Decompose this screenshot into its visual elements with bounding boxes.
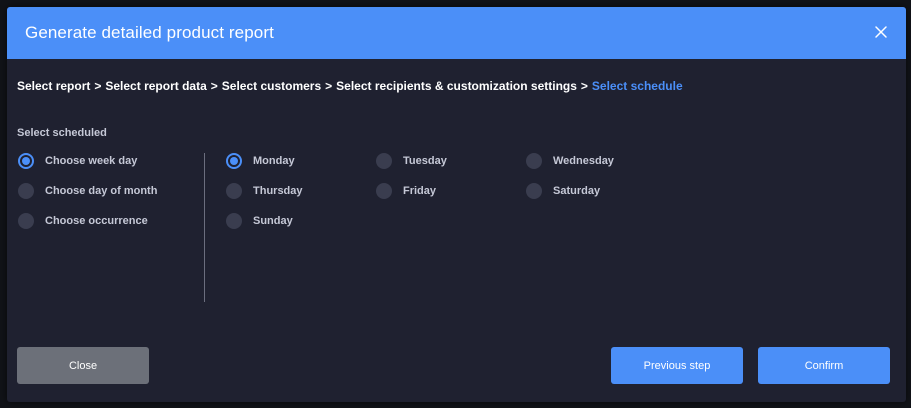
radio-button[interactable] — [526, 183, 542, 199]
radio-button[interactable] — [18, 183, 34, 199]
radio-label: Choose day of month — [45, 185, 158, 197]
radio-button[interactable] — [526, 153, 542, 169]
breadcrumb-item-select-customers[interactable]: Select customers — [222, 79, 321, 93]
radio-label: Thursday — [253, 185, 303, 197]
vertical-divider — [204, 153, 205, 302]
radio-saturday[interactable]: Saturday — [526, 182, 600, 200]
radio-sunday[interactable]: Sunday — [226, 212, 293, 230]
section-label-select-scheduled: Select scheduled — [17, 127, 107, 139]
radio-thursday[interactable]: Thursday — [226, 182, 303, 200]
breadcrumb-separator: > — [325, 79, 333, 93]
report-dialog: Generate detailed product report Select … — [7, 7, 906, 402]
radio-wednesday[interactable]: Wednesday — [526, 152, 614, 170]
close-button[interactable]: Close — [17, 347, 149, 384]
radio-label: Choose week day — [45, 155, 138, 167]
breadcrumb: Select report > Select report data > Select … — [17, 79, 683, 93]
radio-button[interactable] — [226, 153, 242, 169]
previous-step-button[interactable]: Previous step — [611, 347, 743, 384]
radio-label: Tuesday — [403, 155, 447, 167]
radio-button[interactable] — [226, 183, 242, 199]
radio-label: Saturday — [553, 185, 601, 197]
radio-choose-occurrence[interactable]: Choose occurrence — [18, 212, 148, 230]
radio-button[interactable] — [376, 183, 392, 199]
close-icon[interactable] — [870, 21, 892, 43]
radio-label: Sunday — [253, 215, 293, 227]
breadcrumb-item-select-schedule: Select schedule — [591, 79, 683, 93]
confirm-button[interactable]: Confirm — [758, 347, 890, 384]
radio-button[interactable] — [18, 153, 34, 169]
breadcrumb-separator: > — [580, 79, 588, 93]
breadcrumb-separator: > — [94, 79, 102, 93]
breadcrumb-item-select-recipients[interactable]: Select recipients & customization settin… — [336, 79, 577, 93]
radio-label: Friday — [403, 185, 437, 197]
radio-choose-week-day[interactable]: Choose week day — [18, 152, 137, 170]
radio-tuesday[interactable]: Tuesday — [376, 152, 447, 170]
radio-label: Choose occurrence — [45, 215, 148, 227]
breadcrumb-separator: > — [210, 79, 218, 93]
radio-friday[interactable]: Friday — [376, 182, 436, 200]
radio-label: Monday — [253, 155, 295, 167]
radio-choose-day-of-month[interactable]: Choose day of month — [18, 182, 157, 200]
breadcrumb-item-select-report[interactable]: Select report — [17, 79, 90, 93]
radio-button[interactable] — [376, 153, 392, 169]
radio-button[interactable] — [18, 213, 34, 229]
radio-monday[interactable]: Monday — [226, 152, 295, 170]
radio-button[interactable] — [226, 213, 242, 229]
breadcrumb-item-select-report-data[interactable]: Select report data — [105, 79, 206, 93]
dialog-header: Generate detailed product report — [7, 7, 906, 59]
radio-label: Wednesday — [553, 155, 614, 167]
dialog-title: Generate detailed product report — [25, 23, 274, 42]
